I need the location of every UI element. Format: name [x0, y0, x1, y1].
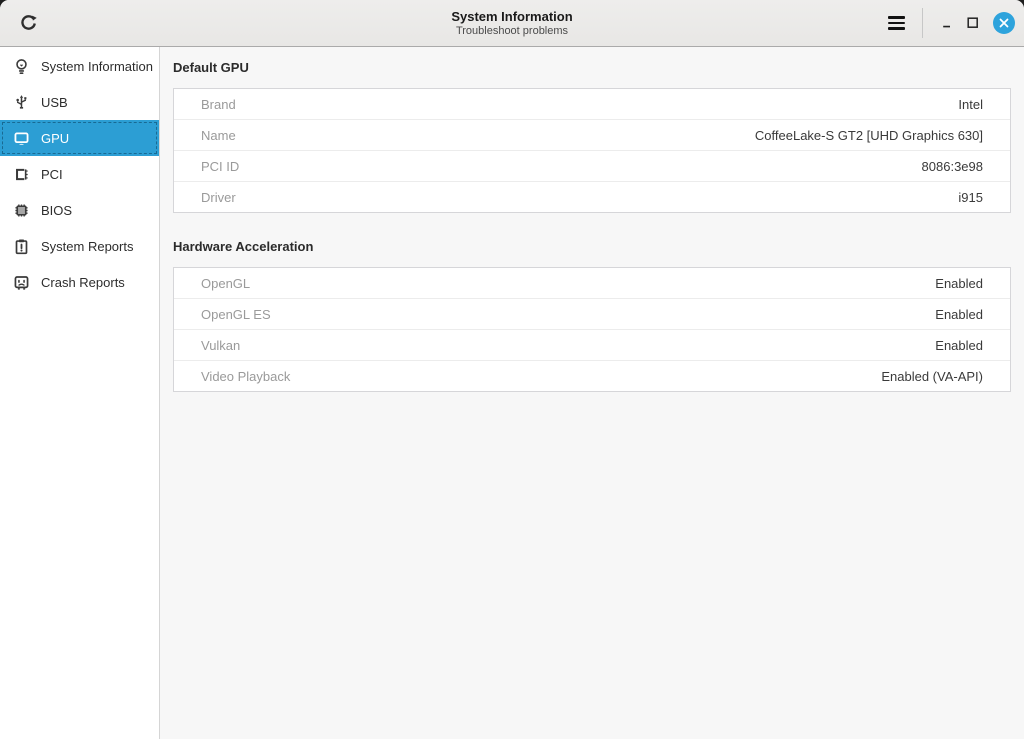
section-title-hardware-acceleration: Hardware Acceleration: [173, 239, 1011, 255]
minimize-icon: [940, 16, 954, 30]
default-gpu-box: Brand Intel Name CoffeeLake-S GT2 [UHD G…: [173, 88, 1011, 213]
row-value: 8086:3e98: [922, 159, 983, 174]
row-value: Intel: [958, 97, 983, 112]
sidebar-item-label: System Reports: [41, 239, 133, 254]
sidebar-item-usb[interactable]: USB: [0, 84, 159, 120]
info-row-opengl-es: OpenGL ES Enabled: [174, 299, 1010, 330]
titlebar: System Information Troubleshoot problems: [0, 0, 1024, 47]
sidebar-item-pci[interactable]: PCI: [0, 156, 159, 192]
app-window: System Information Troubleshoot problems: [0, 0, 1024, 739]
row-value: i915: [958, 190, 983, 205]
titlebar-titles: System Information Troubleshoot problems: [0, 0, 1024, 46]
window-title: System Information: [451, 9, 572, 24]
sidebar-item-label: Crash Reports: [41, 275, 125, 290]
titlebar-separator: [922, 8, 923, 38]
row-value: Enabled: [935, 307, 983, 322]
row-value: CoffeeLake-S GT2 [UHD Graphics 630]: [755, 128, 983, 143]
crash-face-icon: [12, 273, 30, 291]
sidebar: System Information USB: [0, 47, 160, 739]
minimize-button[interactable]: [934, 10, 960, 36]
hamburger-icon-bar: [888, 16, 905, 18]
row-label: PCI ID: [201, 159, 239, 174]
sidebar-item-system-information[interactable]: System Information: [0, 48, 159, 84]
menu-button[interactable]: [878, 7, 914, 39]
sidebar-item-crash-reports[interactable]: Crash Reports: [0, 264, 159, 300]
hardware-acceleration-box: OpenGL Enabled OpenGL ES Enabled Vulkan …: [173, 267, 1011, 392]
sidebar-item-label: GPU: [41, 131, 69, 146]
sidebar-item-bios[interactable]: BIOS: [0, 192, 159, 228]
chip-icon: [12, 201, 30, 219]
maximize-button[interactable]: [960, 10, 986, 36]
section-title-default-gpu: Default GPU: [173, 60, 1011, 76]
monitor-icon: [12, 129, 30, 147]
info-row-brand: Brand Intel: [174, 89, 1010, 120]
sidebar-item-label: PCI: [41, 167, 63, 182]
row-value: Enabled (VA-API): [881, 369, 983, 384]
main-content: Default GPU Brand Intel Name CoffeeLake-…: [160, 47, 1024, 739]
refresh-icon: [19, 14, 38, 33]
row-label: Brand: [201, 97, 236, 112]
window-controls: [878, 7, 1015, 39]
info-row-video-playback: Video Playback Enabled (VA-API): [174, 361, 1010, 391]
window-subtitle: Troubleshoot problems: [456, 24, 568, 38]
sidebar-item-label: USB: [41, 95, 68, 110]
row-value: Enabled: [935, 338, 983, 353]
info-row-name: Name CoffeeLake-S GT2 [UHD Graphics 630]: [174, 120, 1010, 151]
row-label: Driver: [201, 190, 236, 205]
sidebar-item-label: System Information: [41, 59, 153, 74]
row-label: Name: [201, 128, 236, 143]
info-row-driver: Driver i915: [174, 182, 1010, 212]
clipboard-alert-icon: [12, 237, 30, 255]
close-icon: [998, 17, 1010, 29]
row-label: Vulkan: [201, 338, 240, 353]
close-button[interactable]: [993, 12, 1015, 34]
row-label: OpenGL ES: [201, 307, 271, 322]
info-row-pci-id: PCI ID 8086:3e98: [174, 151, 1010, 182]
pci-card-icon: [12, 165, 30, 183]
refresh-button[interactable]: [12, 7, 44, 39]
hamburger-icon-bar: [888, 22, 905, 24]
usb-icon: [12, 93, 30, 111]
hamburger-icon-bar: [888, 27, 905, 29]
app-body: System Information USB: [0, 47, 1024, 739]
maximize-icon: [966, 16, 980, 30]
row-label: OpenGL: [201, 276, 250, 291]
row-value: Enabled: [935, 276, 983, 291]
sidebar-item-label: BIOS: [41, 203, 72, 218]
info-row-opengl: OpenGL Enabled: [174, 268, 1010, 299]
lamp-icon: [12, 57, 30, 75]
info-row-vulkan: Vulkan Enabled: [174, 330, 1010, 361]
row-label: Video Playback: [201, 369, 290, 384]
sidebar-item-system-reports[interactable]: System Reports: [0, 228, 159, 264]
sidebar-item-gpu[interactable]: GPU: [0, 120, 159, 156]
